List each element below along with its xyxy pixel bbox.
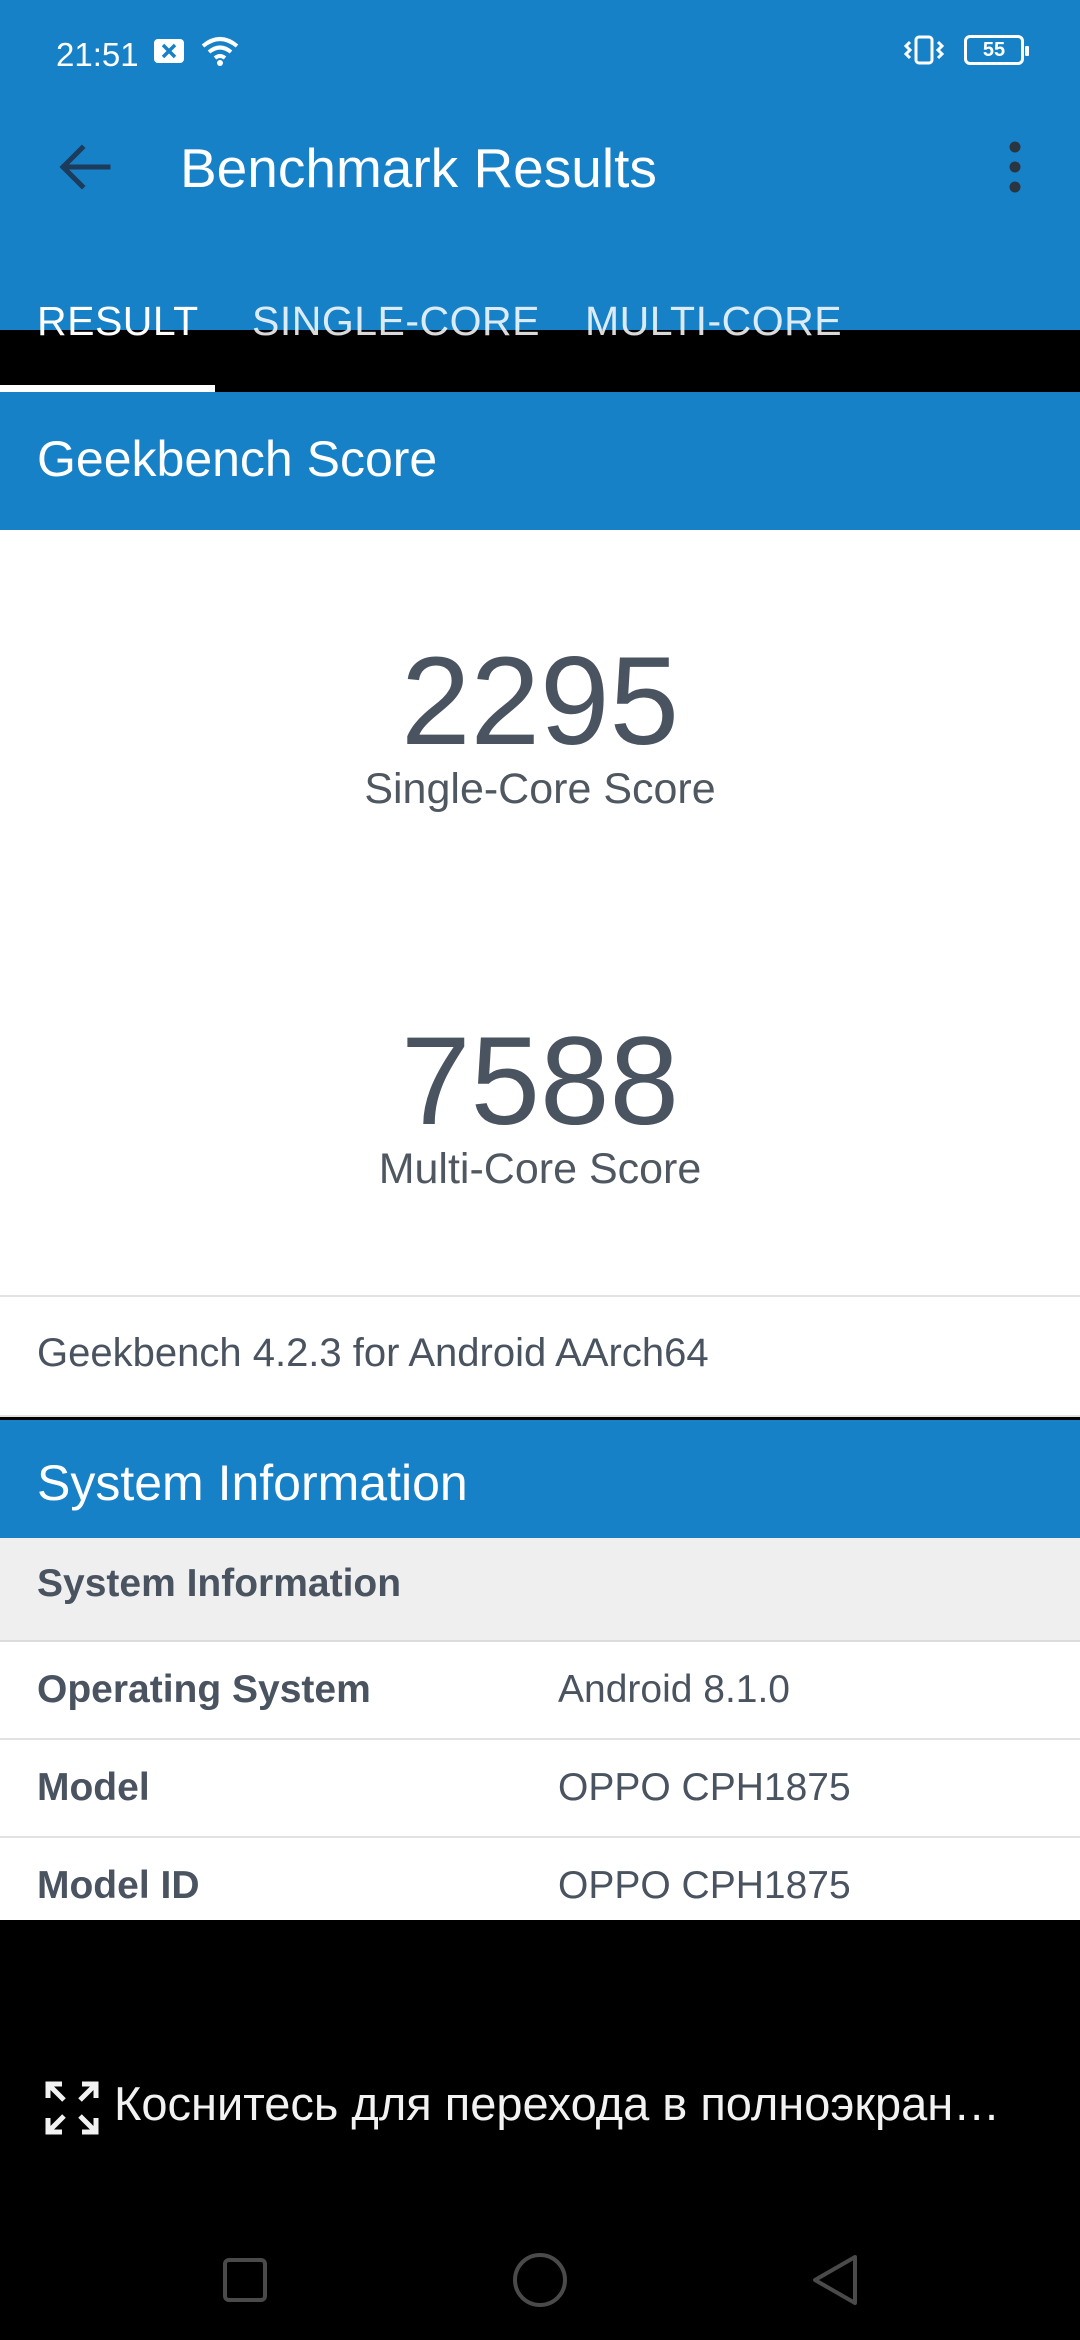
recent-apps-icon [223,2258,267,2302]
system-information-subtitle: System Information [37,1562,402,1605]
status-notification-icons [152,36,240,66]
tab-bar: RESULT SINGLE-CORE MULTI-CORE [0,180,1080,392]
info-key: Operating System [37,1668,371,1711]
tab-single-core-label: SINGLE-CORE [252,298,540,344]
system-information-subheader: System Information [0,1538,1080,1642]
wifi-icon [201,37,239,66]
info-row-model-id: Model ID OPPO CPH1875 [0,1838,1080,1920]
geekbench-version: Geekbench 4.2.3 for Android AArch64 [37,1331,709,1375]
version-row: Geekbench 4.2.3 for Android AArch64 [0,1295,1080,1417]
tab-result[interactable]: RESULT [0,180,215,392]
info-row-operating-system: Operating System Android 8.1.0 [0,1642,1080,1740]
back-icon [813,2255,857,2305]
home-button[interactable] [500,2240,580,2320]
fullscreen-icon [45,2081,99,2135]
info-key: Model ID [37,1864,200,1907]
scores-panel: 2295 Single-Core Score 7588 Multi-Core S… [0,530,1080,1295]
info-key: Model [37,1766,150,1809]
notification-x-icon [154,39,184,63]
info-value: OPPO CPH1875 [558,1864,851,1907]
system-nav-bar [0,2220,1080,2340]
tab-result-label: RESULT [37,298,199,344]
geekbench-score-header: Geekbench Score [0,392,1080,530]
tab-multi-core[interactable]: MULTI-CORE [545,180,855,392]
vibrate-icon [903,35,945,65]
battery-icon: 55 [964,35,1029,65]
info-value: OPPO CPH1875 [558,1766,851,1809]
single-core-score-value: 2295 [400,632,680,771]
tab-single-core[interactable]: SINGLE-CORE [215,180,545,392]
home-icon [513,2253,567,2307]
status-bar: 21:51 55 [0,0,1080,110]
battery-level: 55 [982,38,1006,61]
back-nav-button[interactable] [795,2240,875,2320]
multi-core-score-value: 7588 [400,1012,680,1151]
fullscreen-prompt-text: Коснитесь для перехода в полноэкран… [114,2077,1001,2130]
multi-core-score-label: Multi-Core Score [378,1145,702,1193]
geekbench-score-title: Geekbench Score [37,431,438,487]
status-system-icons: 55 [902,34,1029,66]
status-time: 21:51 [56,36,139,73]
system-information-title: System Information [37,1455,468,1511]
recent-apps-button[interactable] [205,2240,285,2320]
single-core-score-label: Single-Core Score [364,765,716,813]
info-row-model: Model OPPO CPH1875 [0,1740,1080,1838]
tab-multi-core-label: MULTI-CORE [585,298,843,344]
system-information-header: System Information [0,1420,1080,1538]
fullscreen-prompt[interactable]: Коснитесь для перехода в полноэкран… [0,1920,1080,2220]
info-value: Android 8.1.0 [558,1668,791,1711]
tab-indicator [0,385,215,392]
